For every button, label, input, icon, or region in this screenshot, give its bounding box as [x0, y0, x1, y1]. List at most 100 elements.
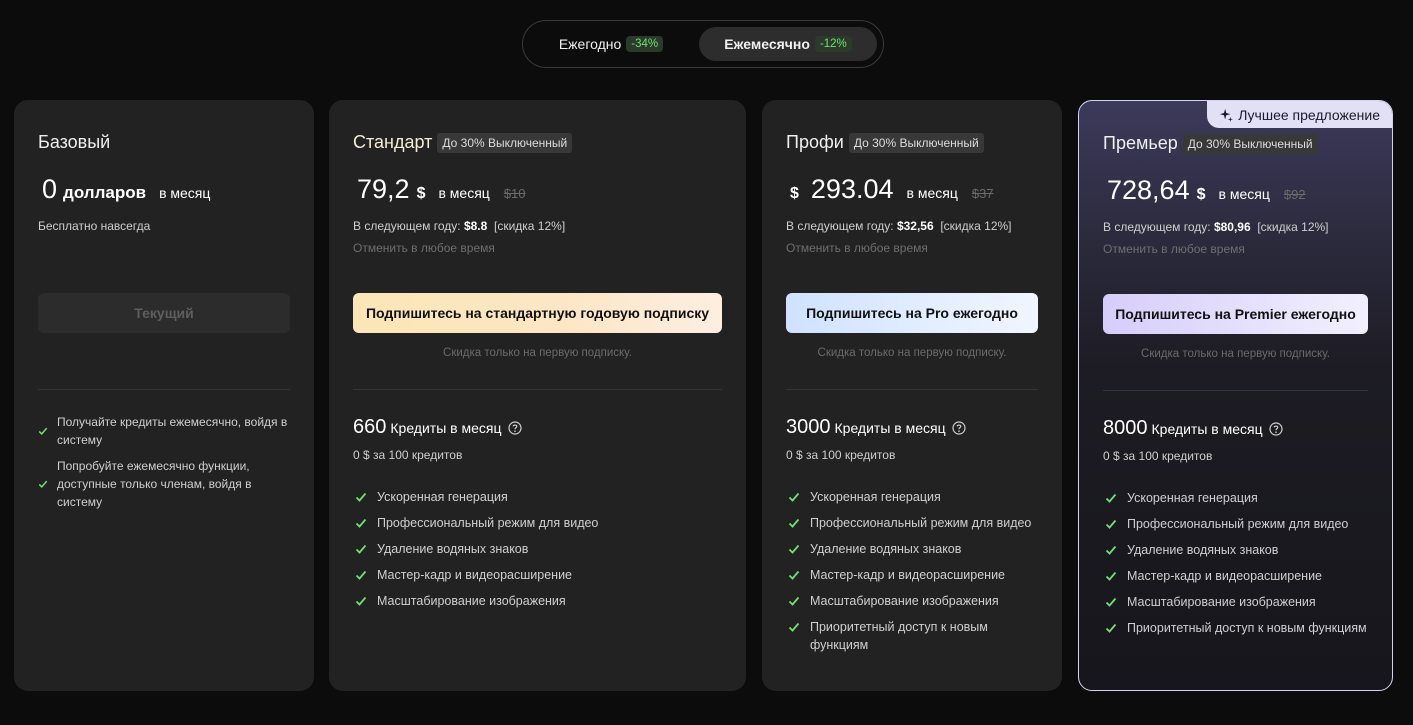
feature-item: Масштабирование изображения: [353, 592, 722, 610]
feature-text: Мастер-кадр и видеорасширение: [810, 568, 1006, 582]
price-currency: долларов: [63, 183, 147, 202]
help-icon[interactable]: [507, 420, 522, 435]
credits-amount: 3000: [786, 416, 831, 438]
check-icon: [788, 570, 800, 580]
toggle-monthly-label: Ежемесячно: [724, 36, 810, 52]
plan-name: Стандарт: [353, 132, 433, 152]
discount-note: Скидка только на первую подписку.: [817, 347, 1007, 359]
cancel-anytime: Отменить в любое время: [1103, 242, 1245, 256]
feature-text: Профессиональный режим для видео: [377, 516, 599, 530]
next-year-price: В следующем году: $8.8 [скидка 12%]: [353, 219, 565, 233]
feature-item: Профессиональный режим для видео: [786, 514, 1038, 532]
next-year-price: В следующем году: $32,56 [скидка 12%]: [786, 219, 1012, 233]
feature-item: Мастер-кадр и видеорасширение: [353, 566, 722, 584]
feature-text: Удаление водяных знаков: [377, 542, 529, 556]
divider: [353, 389, 722, 390]
check-icon: [38, 480, 48, 489]
feature-item: Профессиональный режим для видео: [1103, 515, 1368, 533]
feature-list: Получайте кредиты ежемесячно, войдя в си…: [38, 413, 290, 519]
plan-card-standard: Стандарт До 30% Выключенный 79,2 $ в мес…: [329, 100, 746, 691]
feature-item: Попробуйте ежемесячно функции, доступные…: [38, 457, 290, 511]
feature-text: Удаление водяных знаков: [1127, 543, 1279, 557]
monthly-discount-badge: -12%: [814, 36, 852, 52]
check-icon: [1105, 493, 1117, 503]
discount-tag: До 30% Выключенный: [1182, 133, 1318, 154]
next-year-value: $8.8: [463, 219, 488, 233]
feature-item: Ускоренная генерация: [1103, 489, 1368, 507]
yearly-discount-badge: -34%: [626, 36, 664, 52]
toggle-monthly[interactable]: Ежемесячно -12%: [699, 27, 877, 61]
feature-item: Приоритетный доступ к новым функциям: [1103, 619, 1368, 637]
check-icon: [355, 596, 367, 606]
toggle-yearly[interactable]: Ежегодно -34%: [531, 27, 691, 61]
plan-price: 728,64: [1107, 175, 1190, 205]
help-icon[interactable]: [952, 420, 966, 435]
old-price: $37: [971, 186, 994, 201]
next-year-price: В следующем году: $80,96 [скидка 12%]: [1103, 220, 1329, 234]
price-period: в месяц: [906, 185, 958, 201]
feature-item: Удаление водяных знаков: [353, 540, 722, 558]
feature-text: Попробуйте ежемесячно функции, доступные…: [57, 459, 252, 509]
feature-item: Мастер-кадр и видеорасширение: [786, 566, 1038, 584]
next-year-label: В следующем году:: [786, 219, 894, 233]
feature-text: Профессиональный режим для видео: [810, 516, 1032, 530]
plan-price: 79,2: [357, 174, 410, 204]
plan-price: 293.04: [810, 174, 894, 204]
check-icon: [1105, 519, 1117, 529]
feature-item: Ускоренная генерация: [353, 488, 722, 506]
credits-amount: 660: [353, 416, 387, 438]
check-icon: [38, 427, 48, 436]
feature-item: Приоритетный доступ к новым функциям: [786, 618, 1038, 654]
credits-per-month: 3000 Кредиты в месяц: [786, 416, 966, 439]
credits-per-month: 660 Кредиты в месяц: [353, 416, 522, 439]
check-icon: [355, 518, 367, 528]
billing-period-toggle: Ежегодно -34% Ежемесячно -12%: [522, 20, 884, 68]
check-icon: [1105, 545, 1117, 555]
feature-list: Ускоренная генерация Профессиональный ре…: [786, 488, 1038, 662]
feature-item: Мастер-кадр и видеорасширение: [1103, 567, 1368, 585]
feature-text: Получайте кредиты ежемесячно, войдя в си…: [57, 415, 288, 447]
price-period: в месяц: [438, 185, 490, 201]
credits-unit: Кредиты в месяц: [1151, 421, 1263, 437]
discount-tag: До 30% Выключенный: [437, 132, 573, 153]
discount-note: Скидка только на первую подписку.: [443, 347, 632, 359]
plan-card-premier: Лучшее предложение Премьер До 30% Выключ…: [1078, 100, 1393, 691]
subscribe-pro-button[interactable]: Подпишитесь на Pro ежегодно: [786, 293, 1038, 333]
check-icon: [355, 492, 367, 502]
help-icon[interactable]: [1269, 421, 1283, 436]
plan-card-basic: Базовый 0 долларов в месяц Бесплатно нав…: [14, 100, 314, 691]
divider: [1103, 390, 1368, 391]
feature-text: Приоритетный доступ к новым функциям: [810, 620, 988, 652]
subscribe-premier-button[interactable]: Подпишитесь на Premier ежегодно: [1103, 294, 1368, 334]
credit-price: 0 $ за 100 кредитов: [786, 448, 896, 462]
feature-item: Масштабирование изображения: [786, 592, 1038, 610]
plan-subtitle: Бесплатно навсегда: [38, 219, 151, 233]
credit-price: 0 $ за 100 кредитов: [1103, 449, 1213, 463]
subscribe-standard-button[interactable]: Подпишитесь на стандартную годовую подпи…: [353, 293, 722, 333]
cancel-anytime: Отменить в любое время: [353, 241, 495, 255]
feature-item: Масштабирование изображения: [1103, 593, 1368, 611]
feature-text: Масштабирование изображения: [377, 594, 566, 608]
feature-item: Получайте кредиты ежемесячно, войдя в си…: [38, 413, 290, 449]
check-icon: [355, 570, 367, 580]
check-icon: [788, 492, 800, 502]
divider: [786, 389, 1038, 390]
feature-item: Ускоренная генерация: [786, 488, 1038, 506]
feature-text: Ускоренная генерация: [377, 490, 508, 504]
credits-per-month: 8000 Кредиты в месяц: [1103, 417, 1283, 440]
price-currency: $: [416, 185, 426, 202]
credits-unit: Кредиты в месяц: [390, 420, 502, 436]
price-currency: $: [790, 185, 799, 202]
check-icon: [788, 544, 800, 554]
feature-list: Ускоренная генерация Профессиональный ре…: [353, 488, 722, 618]
feature-text: Ускоренная генерация: [810, 490, 941, 504]
feature-text: Масштабирование изображения: [810, 594, 999, 608]
plan-name: Профи: [786, 132, 844, 152]
feature-text: Мастер-кадр и видеорасширение: [377, 568, 573, 582]
current-plan-button[interactable]: Текущий: [38, 293, 290, 333]
discount-note: Скидка только на первую подписку.: [1141, 348, 1330, 360]
next-year-label: В следующем году:: [353, 219, 461, 233]
next-year-discount: [скидка 12%]: [940, 219, 1012, 233]
plan-name: Премьер: [1103, 133, 1178, 153]
feature-text: Удаление водяных знаков: [810, 542, 962, 556]
